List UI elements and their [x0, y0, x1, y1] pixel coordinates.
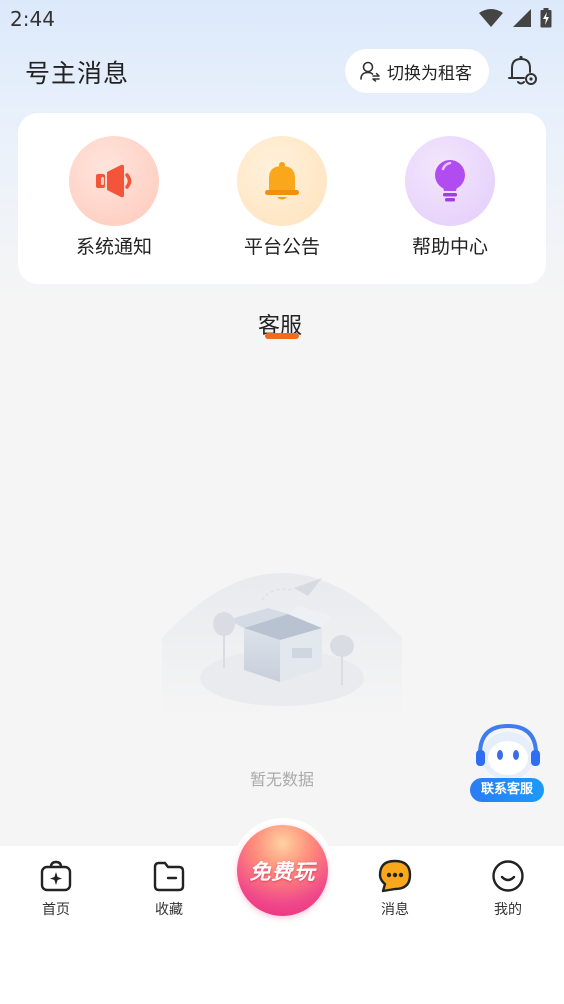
contact-service-float-button[interactable]: 联系客服	[470, 722, 546, 802]
lightbulb-icon	[435, 160, 465, 202]
status-bar: 2:44	[0, 0, 564, 38]
status-time: 2:44	[10, 7, 55, 31]
switch-to-tenant-label: 切换为租客	[387, 63, 472, 84]
category-icon-circle	[69, 136, 159, 226]
switch-to-tenant-button[interactable]: 切换为租客	[345, 49, 489, 93]
contact-service-label: 联系客服	[470, 778, 544, 802]
category-system-notice[interactable]: 系统通知	[49, 136, 179, 259]
category-help-center[interactable]: 帮助中心	[385, 136, 515, 259]
free-play-label: 免费玩	[249, 859, 316, 884]
bell-icon	[265, 162, 299, 200]
message-icon	[378, 859, 412, 893]
signal-icon	[513, 9, 531, 27]
smile-icon	[492, 860, 524, 892]
nav-label: 我的	[494, 902, 522, 918]
nav-home[interactable]: 首页	[16, 858, 96, 919]
category-label: 平台公告	[243, 236, 320, 258]
nav-label: 首页	[42, 902, 70, 918]
free-play-button[interactable]: 免费玩	[237, 825, 328, 916]
battery-charging-icon	[540, 8, 552, 28]
category-icon-circle	[237, 136, 327, 226]
user-switch-icon	[360, 61, 380, 82]
category-label: 帮助中心	[411, 236, 488, 258]
speaker-icon	[96, 164, 132, 198]
empty-box-illustration	[162, 573, 402, 718]
nav-profile[interactable]: 我的	[468, 858, 548, 919]
category-icon-circle	[405, 136, 495, 226]
robot-mascot-icon	[476, 723, 540, 780]
notification-settings-icon[interactable]	[506, 54, 538, 88]
home-bag-icon	[40, 860, 72, 892]
nav-label: 消息	[381, 902, 409, 918]
message-category-card: 系统通知 平台公告 帮助中心	[18, 113, 546, 284]
wifi-icon	[479, 9, 503, 27]
status-icons	[478, 8, 552, 28]
nav-label: 收藏	[155, 902, 183, 918]
nav-favorites[interactable]: 收藏	[129, 858, 209, 919]
folder-icon	[153, 861, 185, 892]
tab-active-indicator	[265, 333, 299, 339]
nav-messages[interactable]: 消息	[355, 858, 435, 919]
page-title: 号主消息	[25, 59, 130, 88]
category-platform-announcement[interactable]: 平台公告	[217, 136, 347, 259]
category-label: 系统通知	[75, 236, 152, 258]
